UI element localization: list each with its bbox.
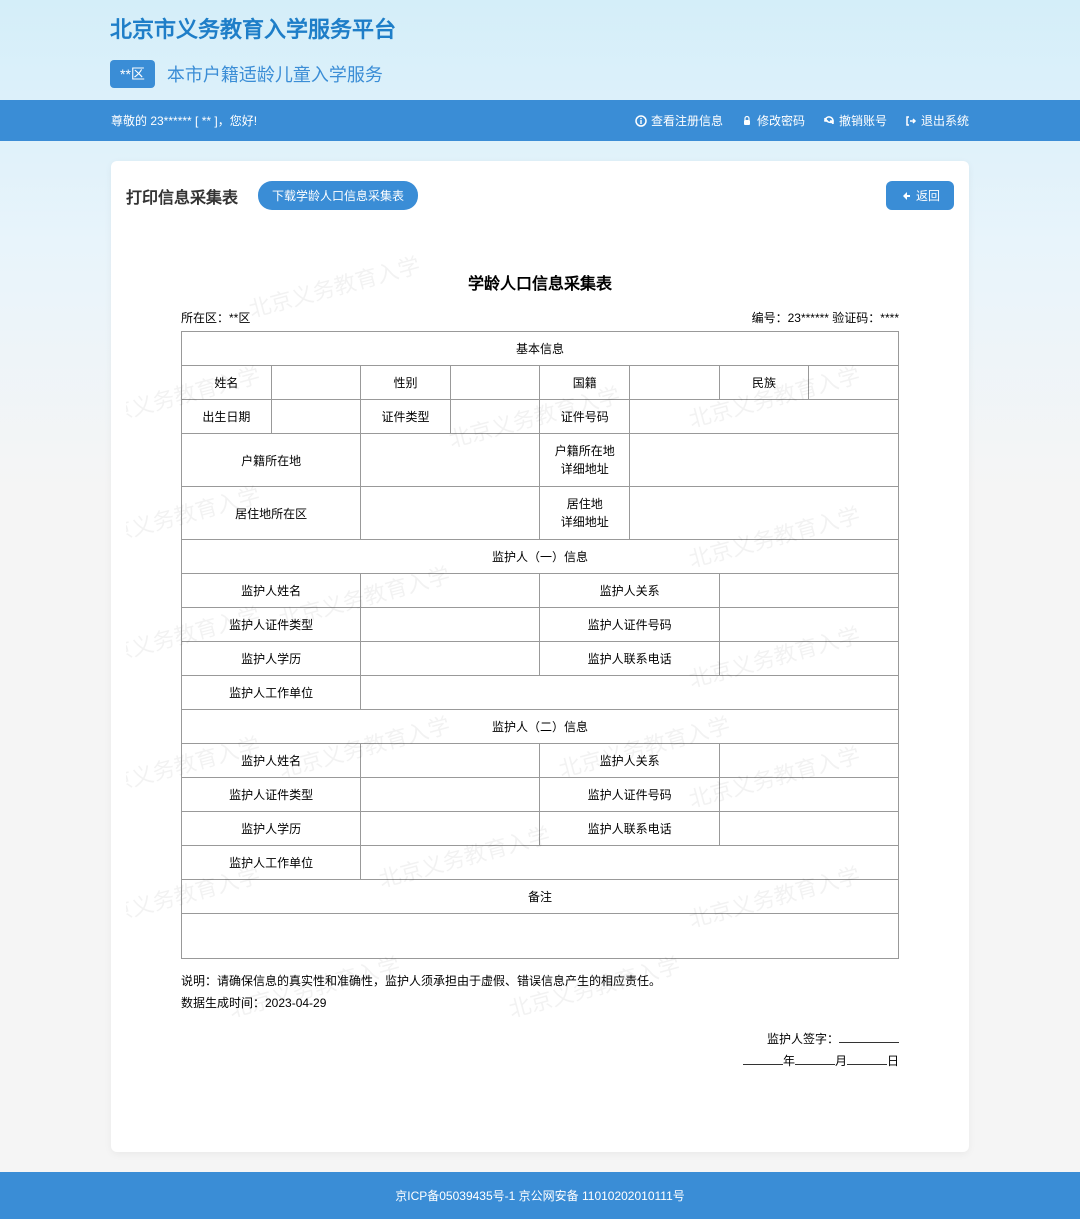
logout-link[interactable]: 退出系统 [905, 112, 969, 129]
label-g1-relation: 监护人关系 [540, 574, 719, 608]
form-table: 基本信息 姓名 性别 国籍 民族 出生日期 证件类型 证件号码 [181, 331, 899, 959]
value-g2-phone [719, 812, 898, 846]
change-password-label: 修改密码 [757, 112, 805, 129]
signature-block: 监护人签字： 年 月 日 [181, 1029, 899, 1072]
label-nationality: 国籍 [540, 366, 630, 400]
logout-label: 退出系统 [921, 112, 969, 129]
label-hukou-addr: 户籍所在地详细地址 [540, 434, 630, 487]
value-ethnicity [809, 366, 899, 400]
value-residence-area [361, 487, 540, 540]
label-g2-id-no: 监护人证件号码 [540, 778, 719, 812]
view-registration-label: 查看注册信息 [651, 112, 723, 129]
label-name: 姓名 [182, 366, 272, 400]
value-g1-name [361, 574, 540, 608]
value-id-type [450, 400, 540, 434]
section-guardian2: 监护人（二）信息 [182, 710, 899, 744]
back-button[interactable]: 返回 [886, 181, 954, 210]
label-g2-id-type: 监护人证件类型 [182, 778, 361, 812]
signature-day: 日 [887, 1054, 899, 1068]
user-actions: 查看注册信息 修改密码 撤销账号 退出系统 [635, 112, 969, 129]
header-top: 北京市义务教育入学服务平台 [0, 0, 1080, 52]
form-notes: 说明：请确保信息的真实性和准确性，监护人须承担由于虚假、错误信息产生的相应责任。… [181, 971, 899, 1014]
form-meta-row: 所在区：**区 编号：23****** 验证码：**** [181, 309, 899, 326]
value-g2-relation [719, 744, 898, 778]
label-g2-relation: 监护人关系 [540, 744, 719, 778]
info-icon [635, 115, 647, 127]
value-g2-id-no [719, 778, 898, 812]
value-g2-edu [361, 812, 540, 846]
section-guardian1: 监护人（一）信息 [182, 540, 899, 574]
section-basic: 基本信息 [182, 332, 899, 366]
label-hukou-area: 户籍所在地 [182, 434, 361, 487]
label-residence-area: 居住地所在区 [182, 487, 361, 540]
view-registration-link[interactable]: 查看注册信息 [635, 112, 723, 129]
lock-icon [741, 115, 753, 127]
card-header: 打印信息采集表 下载学龄人口信息采集表 返回 [126, 181, 954, 210]
back-button-label: 返回 [916, 187, 940, 204]
value-birth [271, 400, 361, 434]
value-g2-work [361, 846, 899, 880]
label-residence-addr: 居住地详细地址 [540, 487, 630, 540]
value-g1-id-type [361, 608, 540, 642]
value-gender [450, 366, 540, 400]
value-g1-id-no [719, 608, 898, 642]
note-accuracy: 说明：请确保信息的真实性和准确性，监护人须承担由于虚假、错误信息产生的相应责任。 [181, 971, 899, 993]
label-g1-work: 监护人工作单位 [182, 676, 361, 710]
signature-year: 年 [783, 1054, 795, 1068]
label-g2-work: 监护人工作单位 [182, 846, 361, 880]
value-g2-id-type [361, 778, 540, 812]
label-id-type: 证件类型 [361, 400, 451, 434]
value-id-no [630, 400, 899, 434]
section-remark: 备注 [182, 880, 899, 914]
label-g1-edu: 监护人学历 [182, 642, 361, 676]
district-badge: **区 [110, 60, 155, 88]
value-residence-addr [630, 487, 899, 540]
revoke-account-label: 撤销账号 [839, 112, 887, 129]
value-g1-phone [719, 642, 898, 676]
label-gender: 性别 [361, 366, 451, 400]
footer: 京ICP备05039435号-1 京公网安备 11010202010111号 [0, 1172, 1080, 1219]
value-nationality [630, 366, 720, 400]
footer-text: 京ICP备05039435号-1 京公网安备 11010202010111号 [395, 1189, 685, 1203]
label-g2-phone: 监护人联系电话 [540, 812, 719, 846]
label-g1-id-type: 监护人证件类型 [182, 608, 361, 642]
note-timestamp: 数据生成时间：2023-04-29 [181, 993, 899, 1015]
logout-icon [905, 115, 917, 127]
area-label: 所在区：**区 [181, 309, 250, 326]
label-g1-id-no: 监护人证件号码 [540, 608, 719, 642]
header-sub: **区 本市户籍适龄儿童入学服务 [0, 52, 1080, 100]
value-g1-edu [361, 642, 540, 676]
value-g1-work [361, 676, 899, 710]
label-ethnicity: 民族 [719, 366, 809, 400]
value-hukou-area [361, 434, 540, 487]
value-name [271, 366, 361, 400]
label-g2-edu: 监护人学历 [182, 812, 361, 846]
form-title: 学龄人口信息采集表 [181, 270, 899, 294]
label-g2-name: 监护人姓名 [182, 744, 361, 778]
value-remark [182, 914, 899, 959]
service-title: 本市户籍适龄儿童入学服务 [167, 61, 383, 87]
code-label: 编号：23****** 验证码：**** [752, 309, 899, 326]
signature-label: 监护人签字： [767, 1032, 839, 1046]
label-g1-phone: 监护人联系电话 [540, 642, 719, 676]
value-hukou-addr [630, 434, 899, 487]
label-g1-name: 监护人姓名 [182, 574, 361, 608]
label-birth: 出生日期 [182, 400, 272, 434]
change-password-link[interactable]: 修改密码 [741, 112, 805, 129]
main-card: 打印信息采集表 下载学龄人口信息采集表 返回 北京义务教育入学 北京义务教育入学… [111, 161, 969, 1152]
refresh-icon [823, 115, 835, 127]
download-form-button[interactable]: 下载学龄人口信息采集表 [258, 181, 418, 210]
card-title: 打印信息采集表 [126, 184, 238, 208]
site-title: 北京市义务教育入学服务平台 [110, 12, 970, 44]
value-g2-name [361, 744, 540, 778]
revoke-account-link[interactable]: 撤销账号 [823, 112, 887, 129]
label-id-no: 证件号码 [540, 400, 630, 434]
signature-month: 月 [835, 1054, 847, 1068]
user-greeting: 尊敬的 23****** [ ** ]，您好! [111, 112, 257, 129]
value-g1-relation [719, 574, 898, 608]
arrow-left-icon [900, 190, 912, 202]
user-bar: 尊敬的 23****** [ ** ]，您好! 查看注册信息 修改密码 撤销账号 [0, 100, 1080, 141]
form-container: 北京义务教育入学 北京义务教育入学 北京义务教育入学 北京义务教育入学 北京义务… [126, 240, 954, 1092]
